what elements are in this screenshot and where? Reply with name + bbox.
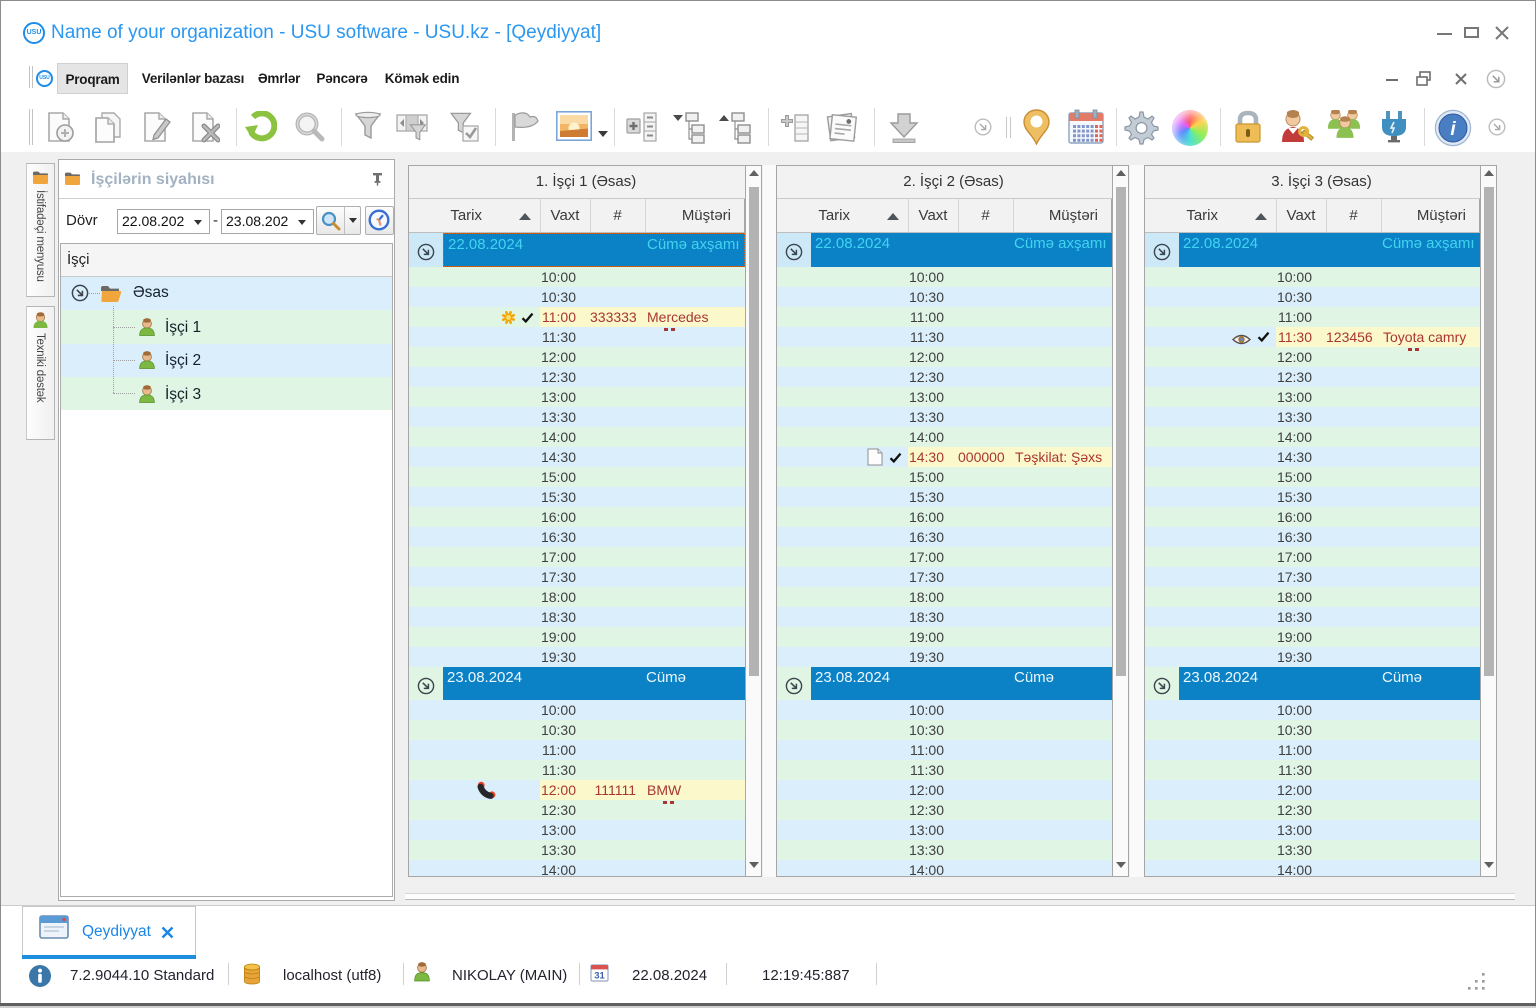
svg-text:i: i <box>1450 119 1456 140</box>
svg-text:31: 31 <box>594 971 605 982</box>
